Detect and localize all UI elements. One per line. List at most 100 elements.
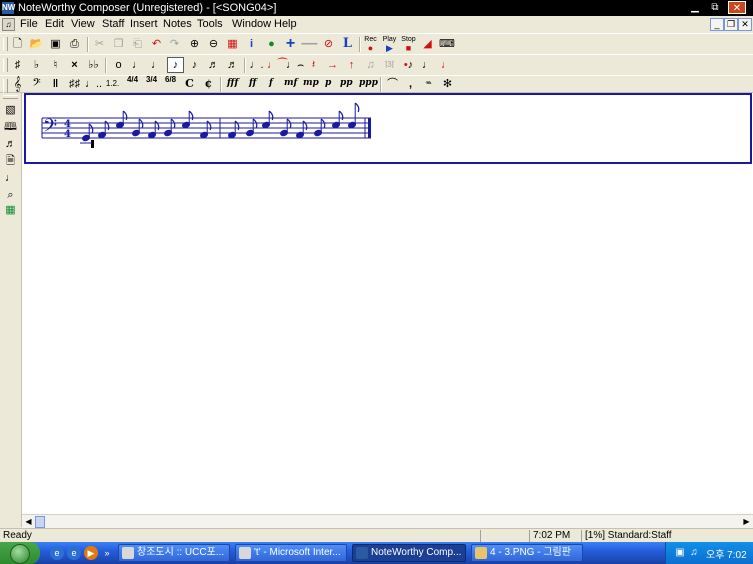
child-minimize-button[interactable]: _ [710,18,724,31]
dynamic-mp[interactable]: mp [303,78,319,88]
grid-icon[interactable]: ▦ [3,203,18,218]
bass-clef-icon[interactable]: 𝄢 [28,76,45,92]
menu-tools[interactable]: Tools [197,18,223,31]
dynamic-p[interactable]: p [325,78,331,88]
page-setup-icon[interactable]: 🗎 [3,154,18,169]
globe-icon[interactable]: ● [263,36,280,52]
book-icon[interactable]: 🕮 [3,120,18,135]
accent-icon[interactable]: ♩ [419,57,436,73]
info-icon[interactable]: i [243,36,260,52]
slur-icon[interactable]: ♩⌢ [286,57,304,73]
zoom-icon[interactable]: ⌕ [3,188,18,203]
task-button-ucc[interactable]: 창조도시 :: UCC포... [118,544,230,562]
ie-icon[interactable]: e [67,546,81,560]
sixty-fourth-note-icon[interactable]: ♬ [224,57,241,73]
key-signature-icon[interactable]: ♯♯ [66,76,83,92]
natural-icon[interactable]: ♮ [47,57,64,73]
menu-view[interactable]: View [71,18,95,31]
cut-icon[interactable]: ✂ [91,36,108,52]
double-flat-icon[interactable]: ♭♭ [85,57,102,73]
grace-note-icon[interactable]: ♫ [362,57,379,73]
pedal-icon[interactable]: 𝆮 [420,76,437,92]
dynamic-mf[interactable]: mf [284,78,297,88]
staccato-icon[interactable]: •♪ [400,57,417,73]
staff-properties-icon[interactable]: ▧ [3,103,18,118]
sixteenth-note-icon[interactable]: ♪ [186,57,203,73]
dotted-note-icon[interactable]: ♩. [248,57,265,73]
record-button[interactable]: Rec ● [362,36,379,53]
common-time-icon[interactable]: C [181,76,198,92]
treble-clef-icon[interactable]: 𝄞 [9,76,26,92]
menu-insert[interactable]: Insert [130,18,158,31]
copy-icon[interactable]: ❐ [110,36,127,52]
stop-button[interactable]: Stop ■ [400,36,417,53]
toolbar-grip[interactable] [3,79,8,93]
menu-notes[interactable]: Notes [163,18,192,31]
tenuto-icon[interactable]: ♩ [438,57,455,73]
nwc-icon[interactable]: NW [2,2,15,14]
menu-file[interactable]: File [20,18,38,31]
redo-icon[interactable]: ↷ [166,36,183,52]
keyboard-icon[interactable]: ⌨ [438,36,456,52]
triplet-icon[interactable]: ⌉3⌈ [381,57,398,73]
minimize-button[interactable]: ▁ [686,1,704,14]
whole-note-icon[interactable]: o [110,57,127,73]
dynamic-fff[interactable]: fff [227,78,238,88]
barline-icon[interactable]: ‖ [47,76,64,92]
print-icon[interactable]: ⎙ [66,36,83,52]
scroll-left-arrow-icon[interactable]: ◀ [23,516,34,527]
child-close-button[interactable]: ✕ [738,18,752,31]
menu-window[interactable]: Window [232,18,271,31]
dynamic-f[interactable]: f [269,78,273,88]
network-icon[interactable]: ▣ [674,547,686,559]
menu-help[interactable]: Help [274,18,297,31]
media-player-icon[interactable]: ▶ [84,546,98,560]
zoom-out-icon[interactable]: ⊖ [205,36,222,52]
close-button[interactable]: ✕ [728,1,746,14]
scroll-thumb[interactable] [35,516,45,528]
open-icon[interactable]: 📂 [28,36,45,52]
dynamic-icon[interactable]: ♩.. [85,76,102,92]
metronome-icon[interactable]: ◢ [419,36,436,52]
cut-time-icon[interactable]: ¢ [200,76,217,92]
toolbar-grip[interactable] [3,58,8,72]
ending-icon[interactable]: 1.2. [104,76,121,92]
plus-icon[interactable]: + [282,36,299,52]
pedal-release-icon[interactable]: ✻ [439,76,456,92]
play-button[interactable]: Play ▶ [381,36,398,53]
half-note-icon[interactable]: ♩ [129,57,146,73]
breath-mark-icon[interactable]: , [402,76,419,92]
save-icon[interactable]: ▣ [47,36,64,52]
volume-icon[interactable]: ♫ [688,547,700,559]
fermata-icon[interactable]: ⌒ [384,76,401,92]
scroll-right-arrow-icon[interactable]: ▶ [741,516,752,527]
toolbar-grip[interactable] [3,95,18,99]
horizontal-scrollbar[interactable]: ◀ ▶ [22,514,753,528]
task-button-ie[interactable]: 't' - Microsoft Inter... [235,544,347,562]
zoom-in-icon[interactable]: ⊕ [186,36,203,52]
flat-icon[interactable]: ♭ [28,57,45,73]
minus-icon[interactable]: — [301,36,318,52]
thirty-second-note-icon[interactable]: ♬ [205,57,222,73]
eighth-note-icon[interactable]: ♪ [167,57,184,73]
L-icon[interactable]: L [339,36,356,52]
time-signature-6-8[interactable]: 6/8 [162,76,179,92]
task-button-noteworthy[interactable]: NoteWorthy Comp... [352,544,466,562]
eighth-rest-icon[interactable]: → [324,57,341,73]
dynamic-pp[interactable]: pp [340,78,353,88]
undo-icon[interactable]: ↶ [148,36,165,52]
more-chevron-icon[interactable]: » [102,546,112,560]
sixteenth-rest-icon[interactable]: ↑ [343,57,360,73]
lyrics-icon[interactable]: ▦ [224,36,241,52]
dynamic-ff[interactable]: ff [249,78,256,88]
quarter-note-icon[interactable]: ♩ [148,57,165,73]
start-button[interactable] [0,542,40,564]
note-icon[interactable]: ♩ [3,171,18,186]
ie-icon[interactable]: e [50,546,64,560]
dynamic-ppp[interactable]: ppp [359,78,378,88]
restore-button[interactable]: ⧉ [706,1,724,14]
new-icon[interactable]: 🗋 [9,36,26,52]
tied-note-icon[interactable]: ♩⁀ [267,57,287,73]
toolbar-grip[interactable] [3,37,8,51]
child-restore-button[interactable]: ❐ [724,18,738,31]
